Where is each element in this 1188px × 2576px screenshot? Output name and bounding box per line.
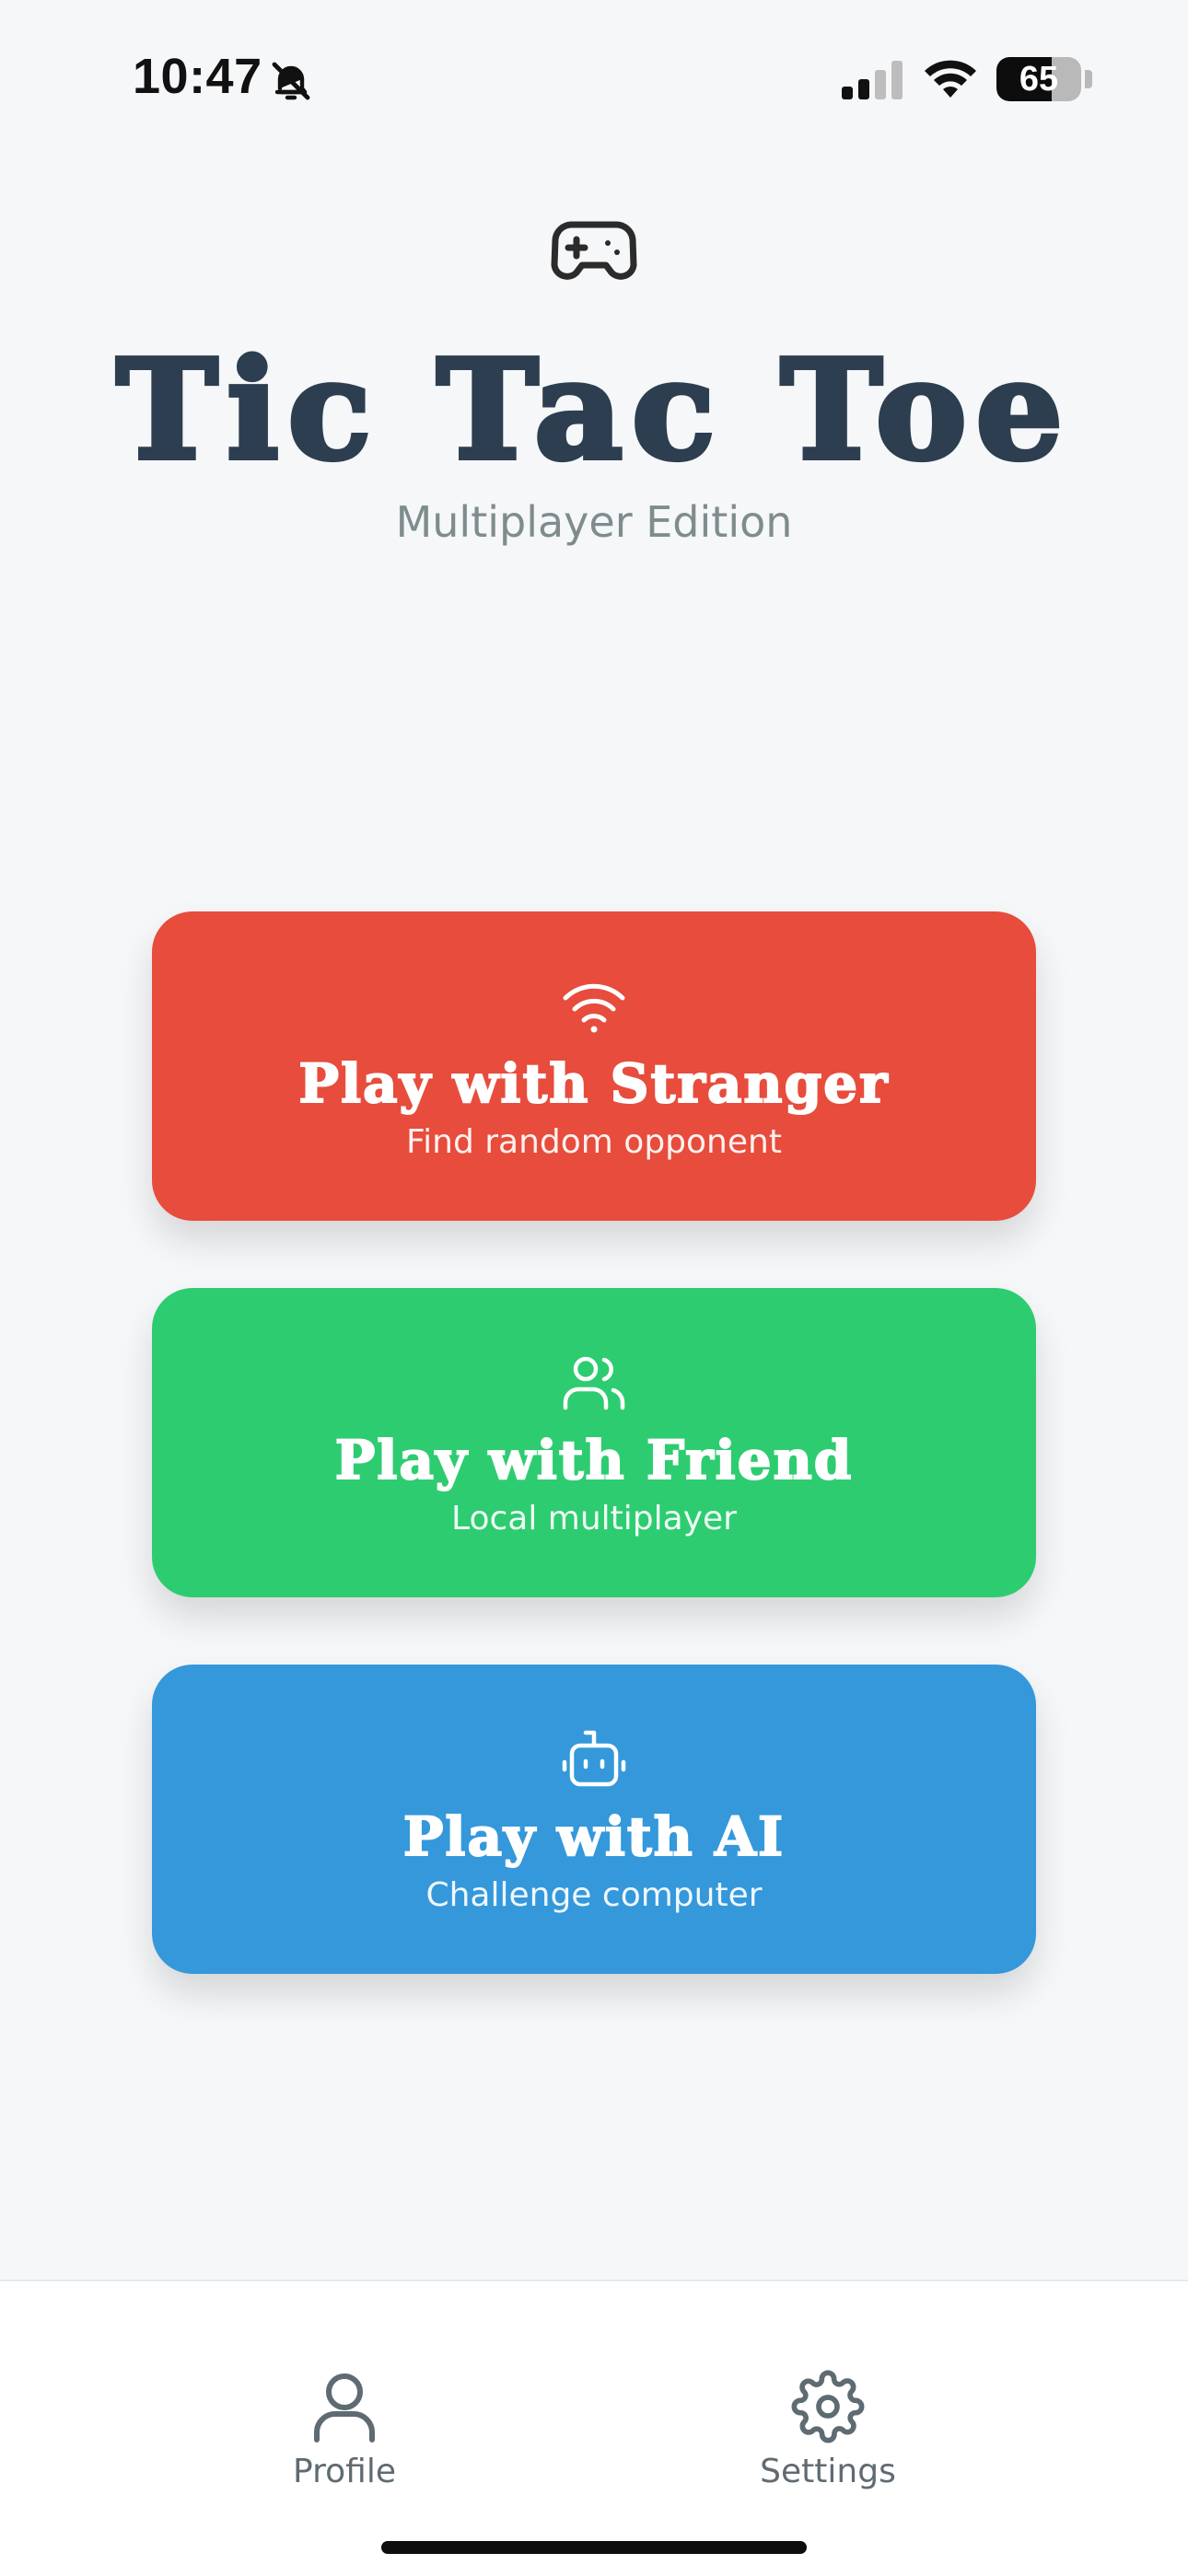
battery-cap [1085, 70, 1092, 88]
gear-icon [791, 2370, 865, 2443]
home-indicator[interactable] [381, 2541, 807, 2554]
battery-level: 65 [1019, 60, 1059, 99]
app-title: Tic Tac Toe [113, 329, 1072, 491]
play-with-stranger-button[interactable]: Play with Stranger Find random opponent [152, 911, 1036, 1221]
users-icon [563, 1356, 625, 1410]
nav-item-profile[interactable]: Profile [179, 2281, 510, 2521]
gamepad-icon [551, 221, 637, 280]
mode-subtitle: Find random opponent [406, 1123, 782, 1161]
app-subtitle: Multiplayer Edition [395, 497, 793, 547]
robot-icon [562, 1730, 626, 1787]
app-screen: 10:47 65 Tic Tac Toe Multiplayer Edition… [0, 0, 1188, 2576]
nav-label-settings: Settings [760, 2453, 896, 2490]
play-with-friend-button[interactable]: Play with Friend Local multiplayer [152, 1288, 1036, 1597]
battery-icon: 65 [996, 57, 1081, 101]
nav-label-profile: Profile [293, 2453, 396, 2490]
status-time: 10:47 [133, 49, 262, 104]
play-with-ai-button[interactable]: Play with AI Challenge computer [152, 1665, 1036, 1974]
status-bar: 10:47 65 [0, 0, 1188, 157]
mode-subtitle: Local multiplayer [451, 1500, 737, 1537]
bottom-nav: Profile Settings [0, 2280, 1188, 2576]
wifi-icon [563, 983, 625, 1033]
mode-title: Play with Stranger [297, 1051, 890, 1116]
bell-slash-icon [272, 62, 310, 100]
wifi-icon [925, 60, 976, 98]
cellular-signal-icon [842, 61, 903, 99]
mode-title: Play with Friend [334, 1428, 854, 1492]
mode-subtitle: Challenge computer [425, 1876, 763, 1914]
nav-item-settings[interactable]: Settings [662, 2281, 994, 2521]
user-icon [314, 2373, 375, 2443]
mode-title: Play with AI [402, 1804, 786, 1869]
